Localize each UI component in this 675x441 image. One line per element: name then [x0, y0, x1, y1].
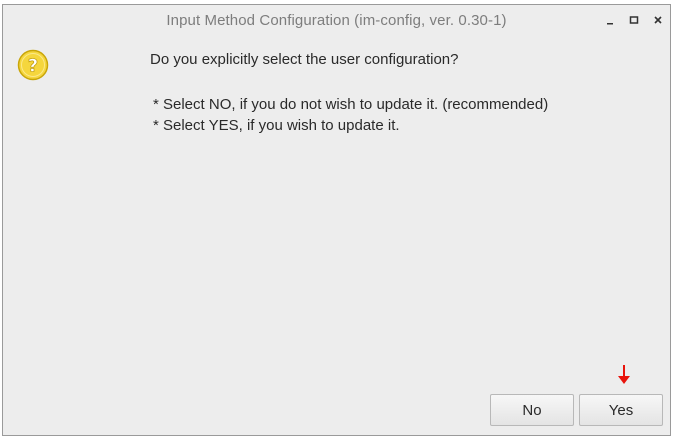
maximize-button[interactable] [625, 11, 643, 29]
question-icon: ? [17, 49, 49, 81]
dialog-info: * Select NO, if you do not wish to updat… [153, 94, 548, 136]
dialog-content: ? Do you explicitly select the user conf… [3, 35, 670, 435]
close-button[interactable] [649, 11, 667, 29]
yes-button[interactable]: Yes [579, 394, 663, 426]
info-line-no: * Select NO, if you do not wish to updat… [153, 96, 549, 113]
window-title: Input Method Configuration (im-config, v… [166, 12, 507, 29]
dialog-window: Input Method Configuration (im-config, v… [2, 4, 671, 436]
maximize-icon [629, 16, 639, 24]
info-line-yes: * Select YES, if you wish to update it. [153, 117, 400, 134]
minimize-button[interactable] [601, 11, 619, 29]
title-bar[interactable]: Input Method Configuration (im-config, v… [3, 5, 670, 35]
no-button[interactable]: No [490, 394, 574, 426]
red-down-arrow-icon [618, 365, 630, 384]
dialog-question: Do you explicitly select the user config… [150, 51, 459, 68]
close-icon [654, 16, 662, 24]
minimize-icon [607, 23, 613, 25]
svg-text:?: ? [28, 56, 38, 77]
